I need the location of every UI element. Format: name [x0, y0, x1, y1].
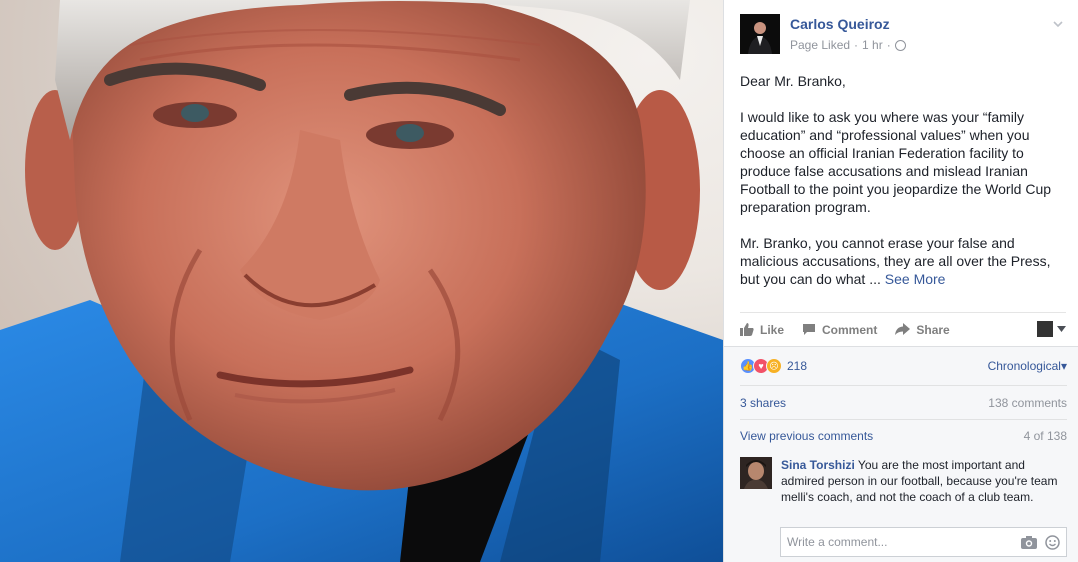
- share-label: Share: [916, 322, 950, 337]
- meta-separator: ·: [886, 38, 891, 52]
- comment-label: Comment: [822, 322, 878, 337]
- globe-icon: [894, 39, 906, 51]
- meta-separator: ·: [854, 38, 859, 52]
- camera-icon[interactable]: [1021, 535, 1037, 549]
- comment-input[interactable]: [787, 535, 1007, 549]
- shares-link[interactable]: 3 shares: [740, 396, 786, 410]
- post-author-link[interactable]: Carlos Queiroz: [790, 16, 890, 32]
- sort-label: Chronological: [987, 359, 1061, 373]
- post-header: Carlos Queiroz Page Liked · 1 hr ·: [740, 14, 1066, 58]
- post-paragraph: I would like to ask you where was your “…: [740, 109, 1052, 215]
- post-content: Carlos Queiroz Page Liked · 1 hr · Dear …: [724, 0, 1078, 346]
- like-button[interactable]: Like: [740, 323, 784, 337]
- post-meta: Page Liked · 1 hr ·: [790, 38, 906, 52]
- comment-body: Sina Torshizi You are the most important…: [781, 457, 1071, 505]
- commenter-name-link[interactable]: Sina Torshizi: [781, 458, 855, 472]
- comment-count: 138 comments: [988, 395, 1067, 410]
- post-as-selector[interactable]: [1037, 321, 1066, 337]
- post-paragraph-truncated: Mr. Branko, you cannot erase your false …: [740, 234, 1055, 288]
- chevron-down-icon[interactable]: [1052, 18, 1064, 30]
- post-actions: Like Comment Share: [740, 312, 1066, 346]
- page-avatar[interactable]: [740, 14, 780, 54]
- comment-pager: 4 of 138: [1023, 428, 1067, 443]
- share-icon: [895, 323, 911, 335]
- share-button[interactable]: Share: [895, 322, 950, 337]
- user-avatar: [1037, 321, 1053, 337]
- stats-row: 3 shares 138 comments: [740, 385, 1067, 419]
- comment-item: Sina Torshizi You are the most important…: [740, 457, 1067, 527]
- comment-button[interactable]: Comment: [802, 323, 877, 337]
- post-paragraph: Dear Mr. Branko,: [740, 73, 846, 89]
- see-more-link[interactable]: See More: [885, 271, 946, 287]
- like-icon: [740, 323, 754, 336]
- composer-icons: [1021, 535, 1060, 550]
- portrait-image: [0, 0, 723, 562]
- angry-reaction-icon: ☹: [766, 358, 782, 374]
- comment-icon: [803, 324, 816, 335]
- reaction-icons[interactable]: 👍 ♥ ☹: [740, 358, 782, 374]
- page-liked-status[interactable]: Page Liked: [790, 38, 850, 52]
- reaction-count[interactable]: 218: [787, 359, 807, 373]
- emoji-icon[interactable]: [1045, 535, 1060, 550]
- post-text: Dear Mr. Branko, I would like to ask you…: [740, 72, 1055, 288]
- post-panel: Carlos Queiroz Page Liked · 1 hr · Dear …: [723, 0, 1078, 562]
- feedback-section: 👍 ♥ ☹ 218 Chronological▾ 3 shares 138 co…: [724, 346, 1078, 562]
- comment-sort-dropdown[interactable]: Chronological▾: [988, 359, 1067, 373]
- sort-caret-icon: ▾: [1060, 359, 1067, 373]
- reactions-row: 👍 ♥ ☹ 218 Chronological▾: [724, 347, 1078, 385]
- caret-down-icon: [1057, 326, 1066, 332]
- comment-composer[interactable]: [780, 527, 1067, 557]
- post-timestamp[interactable]: 1 hr: [862, 38, 883, 52]
- like-label: Like: [760, 322, 785, 337]
- previous-comments-row: View previous comments 4 of 138: [740, 419, 1067, 451]
- commenter-avatar[interactable]: [740, 457, 772, 489]
- view-previous-comments-link[interactable]: View previous comments: [740, 429, 873, 443]
- post-photo[interactable]: [0, 0, 723, 562]
